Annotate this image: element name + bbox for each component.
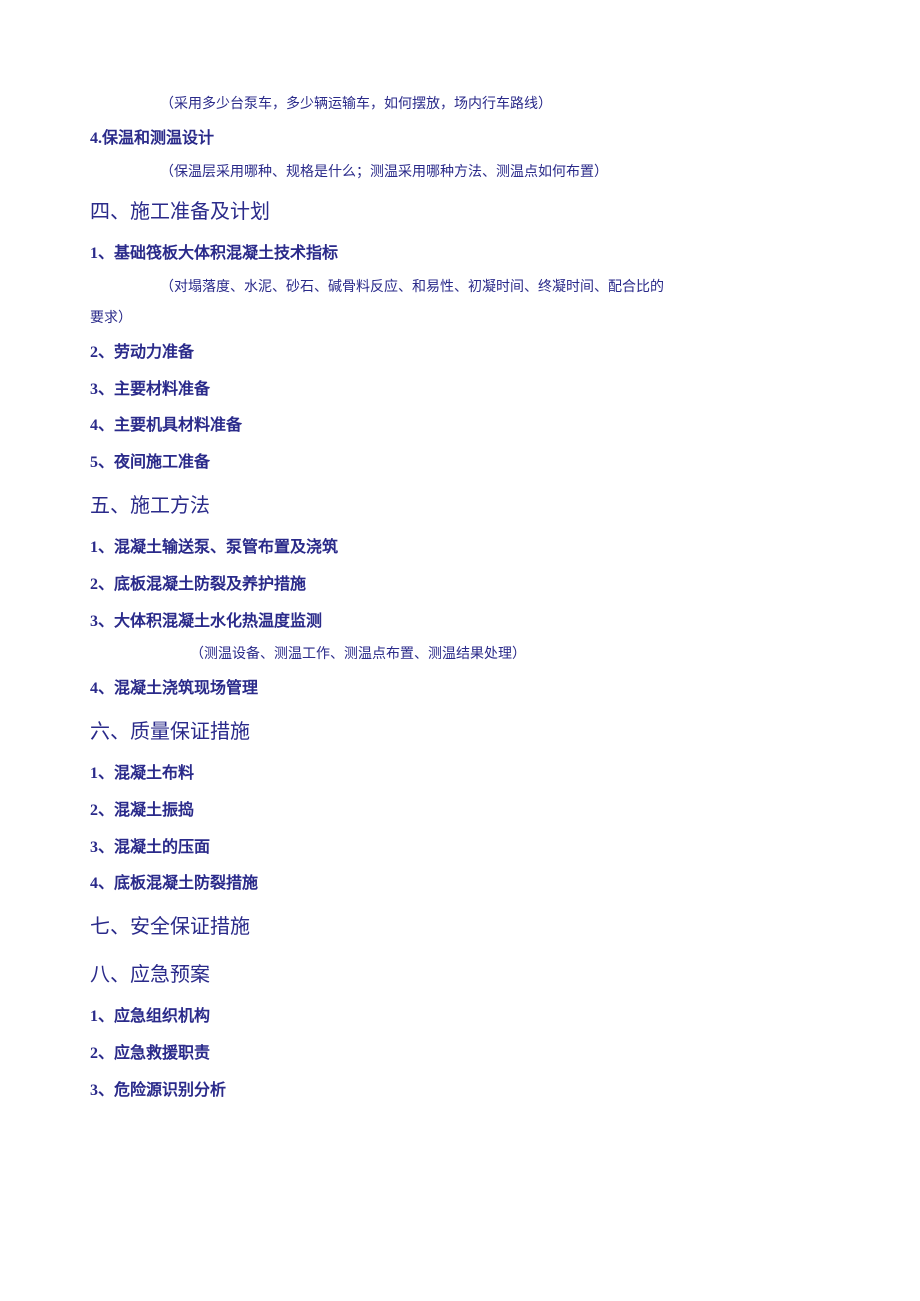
sec4-note-1a: （对塌落度、水泥、砂石、碱骨料反应、和易性、初凝时间、终凝时间、配合比的	[90, 273, 830, 304]
sec5-item-1: 1、混凝土输送泵、泵管布置及浇筑	[90, 530, 830, 567]
sec6-item-4: 4、底板混凝土防裂措施	[90, 866, 830, 903]
sec8-item-2: 2、应急救援职责	[90, 1036, 830, 1073]
sec6-item-3: 3、混凝土的压面	[90, 830, 830, 867]
sec4-item-1: 1、基础筏板大体积混凝土技术指标	[90, 236, 830, 273]
heading-item-4: 4.保温和测温设计	[90, 121, 830, 158]
sec8-item-3: 3、危险源识别分析	[90, 1073, 830, 1110]
note-pump-trucks: （采用多少台泵车，多少辆运输车，如何摆放，场内行车路线）	[90, 90, 830, 121]
sec6-item-1: 1、混凝土布料	[90, 756, 830, 793]
section-6-heading: 六、质量保证措施	[90, 708, 830, 756]
section-7-heading: 七、安全保证措施	[90, 903, 830, 951]
sec4-note-1b: 要求）	[90, 304, 830, 335]
sec5-item-4: 4、混凝土浇筑现场管理	[90, 671, 830, 708]
section-4-heading: 四、施工准备及计划	[90, 188, 830, 236]
sec4-item-2: 2、劳动力准备	[90, 335, 830, 372]
sec5-item-3: 3、大体积混凝土水化热温度监测	[90, 604, 830, 641]
sec4-item-4: 4、主要机具材料准备	[90, 408, 830, 445]
sec4-item-3: 3、主要材料准备	[90, 372, 830, 409]
sec5-item-2: 2、底板混凝土防裂及养护措施	[90, 567, 830, 604]
sec4-item-5: 5、夜间施工准备	[90, 445, 830, 482]
sec6-item-2: 2、混凝土振捣	[90, 793, 830, 830]
section-8-heading: 八、应急预案	[90, 951, 830, 999]
section-5-heading: 五、施工方法	[90, 482, 830, 530]
sec5-note-1: （测温设备、测温工作、测温点布置、测温结果处理）	[90, 640, 830, 671]
sec8-item-1: 1、应急组织机构	[90, 999, 830, 1036]
note-insulation: （保温层采用哪种、规格是什么；测温采用哪种方法、测温点如何布置）	[90, 158, 830, 189]
